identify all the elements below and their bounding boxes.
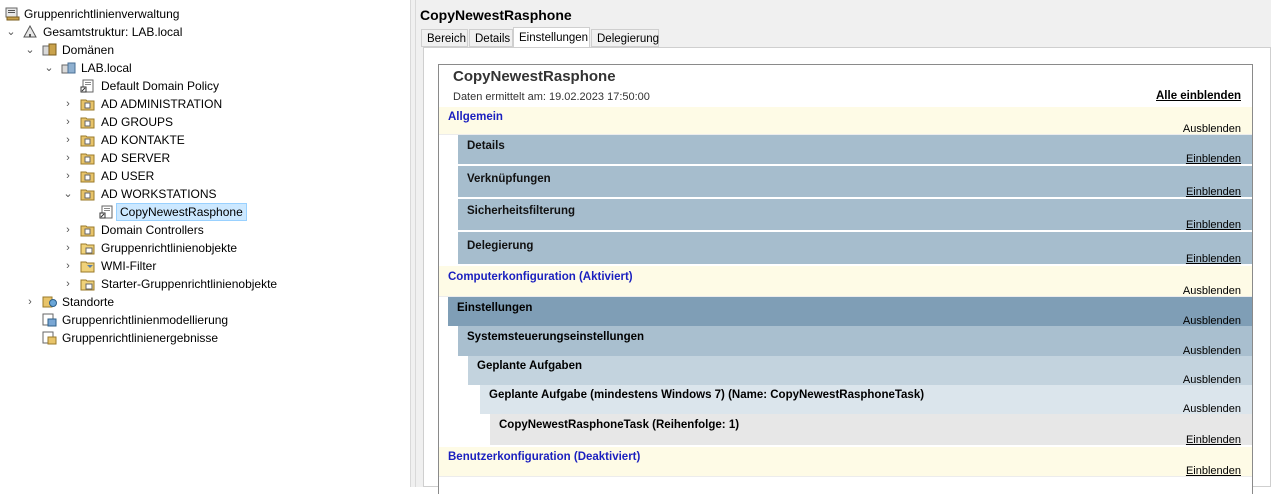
chevron-down-icon[interactable]: ⌄ (24, 41, 36, 59)
ou-folder-icon (80, 171, 95, 183)
tab-einstellungen[interactable]: Einstellungen (513, 27, 590, 47)
hide-link[interactable]: Ausblenden (1183, 285, 1241, 297)
tree-item-label: Gruppenrichtlinienverwaltung (24, 7, 180, 21)
ou-folder-icon (80, 153, 95, 165)
tree-item-label: AD ADMINISTRATION (101, 97, 223, 111)
ou-folder-icon (80, 135, 95, 147)
chevron-right-icon[interactable]: › (62, 131, 74, 149)
section-allgemein: Allgemein Ausblenden (439, 107, 1252, 135)
section-label[interactable]: Benutzerkonfiguration (Deaktiviert) (448, 451, 640, 463)
report-title: CopyNewestRasphone (453, 68, 616, 85)
section-computerkonfiguration: Computerkonfiguration (Aktiviert) Ausble… (439, 266, 1252, 297)
tree-item-label: Gruppenrichtlinienmodellierung (62, 313, 229, 327)
section-label: Delegierung (467, 240, 534, 252)
show-link[interactable]: Einblenden (1186, 153, 1241, 165)
tab-bereich[interactable]: Bereich (421, 29, 468, 47)
modeling-icon (42, 313, 57, 327)
report-date: Daten ermittelt am: 19.02.2023 17:50:00 (453, 91, 650, 103)
chevron-right-icon[interactable]: › (62, 167, 74, 185)
section-benutzerkonfiguration: Benutzerkonfiguration (Deaktiviert) Einb… (439, 447, 1252, 477)
section-geplante-aufgaben: Geplante Aufgaben Ausblenden (468, 356, 1252, 386)
settings-report-view[interactable]: CopyNewestRasphone Daten ermittelt am: 1… (423, 47, 1271, 494)
tab-details[interactable]: Details (469, 29, 513, 47)
show-link[interactable]: Einblenden (1186, 186, 1241, 198)
show-all-link[interactable]: Alle einblenden (1156, 90, 1241, 102)
tree-item-label: Gesamtstruktur: LAB.local (43, 25, 183, 39)
show-link[interactable]: Einblenden (1186, 465, 1241, 477)
section-einstellungen: Einstellungen Ausblenden (448, 297, 1252, 327)
console-tree[interactable]: Gruppenrichtlinienverwaltung ⌄ Gesamtstr… (0, 0, 410, 487)
show-link[interactable]: Einblenden (1186, 219, 1241, 231)
tab-delegierung[interactable]: Delegierung (591, 29, 659, 47)
chevron-down-icon[interactable]: ⌄ (43, 59, 55, 77)
section-delegierung: Delegierung Einblenden (458, 232, 1252, 266)
section-details: Details Einblenden (458, 135, 1252, 166)
tree-item-label: Starter-Gruppenrichtlinienobjekte (101, 277, 278, 291)
folder-icon (80, 243, 95, 255)
tree-item-label: AD GROUPS (101, 115, 174, 129)
chevron-down-icon[interactable]: ⌄ (5, 23, 17, 41)
section-label: CopyNewestRasphoneTask (Reihenfolge: 1) (499, 419, 740, 431)
folder-icon (80, 261, 95, 273)
gpo-title: CopyNewestRasphone (420, 7, 572, 23)
section-label: Details (467, 140, 505, 152)
tree-item-label: WMI-Filter (101, 259, 157, 273)
chevron-right-icon[interactable]: › (62, 149, 74, 167)
ou-folder-icon (80, 225, 95, 237)
section-copynewestrasphonetask: CopyNewestRasphoneTask (Reihenfolge: 1) … (490, 414, 1252, 446)
chevron-down-icon[interactable]: ⌄ (62, 185, 74, 203)
tree-item-label: Domain Controllers (101, 223, 204, 237)
results-icon (42, 331, 57, 345)
tree-item-label: Domänen (62, 43, 115, 57)
section-label[interactable]: Allgemein (448, 111, 503, 123)
show-link[interactable]: Einblenden (1186, 434, 1241, 446)
domain-icon (61, 62, 76, 74)
tree-item-label: LAB.local (81, 61, 132, 75)
chevron-right-icon[interactable]: › (62, 221, 74, 239)
section-label: Verknüpfungen (467, 173, 551, 185)
section-sicherheitsfilterung: Sicherheitsfilterung Einblenden (458, 199, 1252, 232)
forest-icon (23, 25, 37, 38)
section-label: Systemsteuerungseinstellungen (467, 331, 645, 343)
gpo-link-icon (99, 205, 113, 219)
ou-folder-icon (80, 99, 95, 111)
tree-item-label: Default Domain Policy (101, 79, 220, 93)
chevron-right-icon[interactable]: › (62, 275, 74, 293)
tree-item-label: AD USER (101, 169, 155, 183)
gpo-link-icon (80, 79, 94, 93)
section-label[interactable]: Computerkonfiguration (Aktiviert) (448, 271, 633, 283)
tree-item-label: AD KONTAKTE (101, 133, 185, 147)
tree-item-label: Gruppenrichtlinienobjekte (101, 241, 238, 255)
chevron-right-icon[interactable]: › (62, 239, 74, 257)
chevron-right-icon[interactable]: › (62, 113, 74, 131)
section-systemsteuerungseinstellungen: Systemsteuerungseinstellungen Ausblenden (458, 326, 1252, 357)
tree-item-label: Gruppenrichtlinienergebnisse (62, 331, 219, 345)
ou-folder-icon (80, 189, 95, 201)
ou-folder-icon (80, 117, 95, 129)
tree-item-label: AD SERVER (101, 151, 171, 165)
settings-report: CopyNewestRasphone Daten ermittelt am: 1… (438, 64, 1253, 494)
gpmc-console-icon (5, 7, 20, 21)
section-label: Einstellungen (457, 302, 533, 314)
section-geplante-aufgabe: Geplante Aufgabe (mindestens Windows 7) … (480, 385, 1252, 415)
section-label: Geplante Aufgabe (mindestens Windows 7) … (489, 389, 925, 401)
section-verknuepfungen: Verknüpfungen Einblenden (458, 166, 1252, 199)
show-link[interactable]: Einblenden (1186, 253, 1241, 265)
tree-item-label: CopyNewestRasphone (116, 203, 247, 221)
chevron-right-icon[interactable]: › (24, 293, 36, 311)
domains-icon (42, 43, 57, 56)
tree-item-label: Standorte (62, 295, 115, 309)
section-label: Sicherheitsfilterung (467, 205, 575, 217)
chevron-right-icon[interactable]: › (62, 257, 74, 275)
chevron-right-icon[interactable]: › (62, 95, 74, 113)
tree-item-label: AD WORKSTATIONS (101, 187, 217, 201)
sites-icon (42, 296, 57, 308)
section-label: Geplante Aufgaben (477, 360, 582, 372)
hide-link[interactable]: Ausblenden (1183, 123, 1241, 135)
details-pane: CopyNewestRasphone Bereich Details Einst… (416, 0, 1271, 494)
folder-icon (80, 279, 95, 291)
